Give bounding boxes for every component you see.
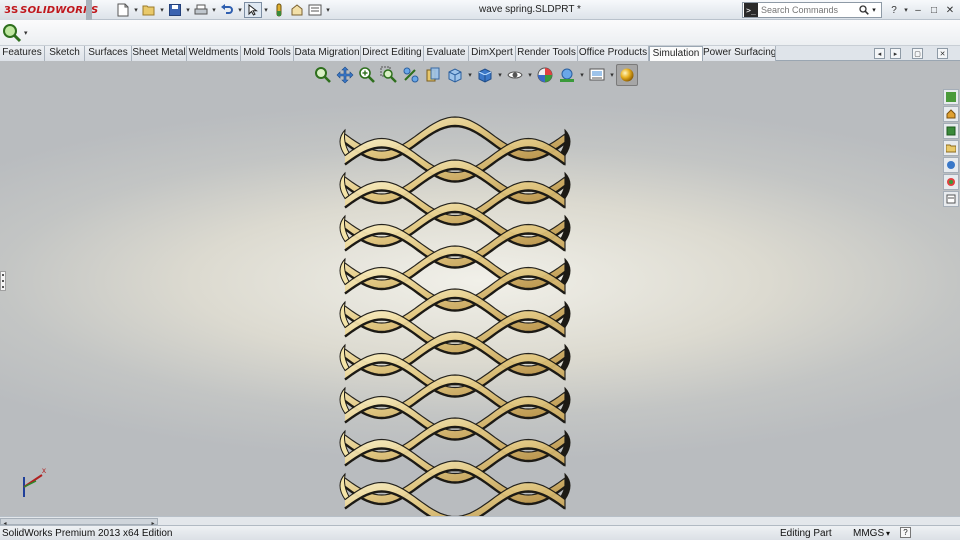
save-icon[interactable] — [166, 2, 184, 18]
options-icon[interactable] — [306, 2, 324, 18]
coordinate-triad: x — [23, 466, 46, 497]
design-library-icon[interactable] — [943, 123, 959, 139]
save-dropdown[interactable]: ▾ — [184, 2, 192, 18]
tab-office-products[interactable]: Office Products — [578, 46, 649, 61]
previous-view-icon[interactable] — [400, 64, 422, 86]
open-dropdown[interactable]: ▾ — [158, 2, 166, 18]
horizontal-scroll-strip: ◂ ▸ — [0, 516, 960, 527]
appearances-icon[interactable] — [943, 174, 959, 190]
help-icon[interactable]: ? — [886, 2, 902, 18]
horizontal-scrollbar[interactable]: ◂ ▸ — [0, 518, 158, 527]
units-selector[interactable]: MMGS — [853, 527, 884, 540]
display-style-icon[interactable] — [474, 64, 496, 86]
search-icon[interactable] — [858, 3, 870, 17]
rebuild-icon[interactable] — [270, 2, 288, 18]
heads-up-view-toolbar: ▾ ▾ ▾ ▾ ▾ — [312, 64, 638, 86]
file-properties-icon[interactable] — [288, 2, 306, 18]
logo-flyout-arrow[interactable] — [86, 0, 92, 20]
tab-simulation[interactable]: Simulation — [649, 46, 703, 62]
spring-coils — [339, 116, 571, 516]
tab-close-icon[interactable]: ✕ — [937, 48, 948, 59]
logo-prefix: 3S — [4, 4, 19, 16]
tab-render-tools[interactable]: Render Tools — [516, 46, 578, 61]
window-controls: ? ▾ – □ ✕ — [886, 2, 958, 18]
command-manager-tabs: Features Sketch Surfaces Sheet Metal Wel… — [0, 46, 960, 62]
tab-sheet-metal[interactable]: Sheet Metal — [132, 46, 187, 61]
new-document-dropdown[interactable]: ▾ — [132, 2, 140, 18]
select-icon[interactable] — [244, 2, 262, 18]
view-settings-dropdown[interactable]: ▾ — [608, 71, 616, 79]
status-bar: SolidWorks Premium 2013 x64 Edition Edit… — [0, 525, 960, 540]
graphics-area[interactable]: ▾ ▾ ▾ ▾ ▾ x — [0, 61, 960, 516]
task-pane-tabs — [943, 89, 959, 208]
tab-scroll-right-icon[interactable]: ▸ — [890, 48, 901, 59]
display-style-dropdown[interactable]: ▾ — [496, 71, 504, 79]
tab-features[interactable]: Features — [0, 46, 45, 61]
tab-restore-icon[interactable]: ▢ — [912, 48, 923, 59]
open-icon[interactable] — [140, 2, 158, 18]
zoom-to-area-icon[interactable] — [378, 64, 400, 86]
section-view-icon[interactable] — [422, 64, 444, 86]
apply-scene-dropdown[interactable]: ▾ — [578, 71, 586, 79]
home-icon[interactable] — [943, 106, 959, 122]
document-title: wave spring.SLDPRT * — [479, 4, 581, 15]
print-icon[interactable] — [192, 2, 210, 18]
tab-surfaces[interactable]: Surfaces — [85, 46, 132, 61]
undo-icon[interactable] — [218, 2, 236, 18]
tab-data-migration[interactable]: Data Migration — [294, 46, 361, 61]
minimize-button[interactable]: – — [910, 2, 926, 18]
zoom-dropdown[interactable]: ▾ — [24, 29, 28, 37]
zoom-icon[interactable] — [2, 23, 22, 43]
tab-sketch[interactable]: Sketch — [45, 46, 85, 61]
feature-manager-handle[interactable] — [0, 271, 6, 291]
view-orientation-dropdown[interactable]: ▾ — [466, 71, 474, 79]
search-input[interactable] — [758, 3, 858, 17]
view-palette-icon[interactable] — [943, 157, 959, 173]
wave-spring-model[interactable] — [330, 106, 590, 516]
hide-show-items-dropdown[interactable]: ▾ — [526, 71, 534, 79]
custom-properties-icon[interactable] — [943, 191, 959, 207]
file-explorer-icon[interactable] — [943, 140, 959, 156]
tab-power-surfacing[interactable]: Power Surfacing — [703, 46, 776, 61]
new-document-icon[interactable] — [114, 2, 132, 18]
editing-mode-label: Editing Part — [780, 528, 832, 539]
zoom-in-out-icon[interactable] — [356, 64, 378, 86]
select-dropdown[interactable]: ▾ — [262, 2, 270, 18]
restore-button[interactable]: □ — [926, 2, 942, 18]
svg-text:x: x — [42, 466, 46, 475]
tab-weldments[interactable]: Weldments — [187, 46, 241, 61]
search-dropdown[interactable]: ▾ — [870, 6, 878, 14]
tab-scroll-left-icon[interactable]: ◂ — [874, 48, 885, 59]
solidworks-logo[interactable]: 3S SOLIDWORKS — [0, 0, 98, 20]
close-button[interactable]: ✕ — [942, 2, 958, 18]
help-dropdown[interactable]: ▾ — [902, 2, 910, 18]
search-commands: >_ ▾ — [742, 2, 882, 18]
zoom-to-fit-icon[interactable] — [312, 64, 334, 86]
view-orientation-icon[interactable] — [444, 64, 466, 86]
edition-label: SolidWorks Premium 2013 x64 Edition — [2, 528, 173, 539]
units-dropdown-icon[interactable]: ▾ — [886, 527, 890, 540]
apply-scene-icon[interactable] — [556, 64, 578, 86]
edit-appearance-icon[interactable] — [534, 64, 556, 86]
quick-access-toolbar: ▾ ▾ ▾ ▾ ▾ ▾ ▾ — [114, 2, 332, 18]
undo-dropdown[interactable]: ▾ — [236, 2, 244, 18]
tab-evaluate[interactable]: Evaluate — [424, 46, 469, 61]
tab-mold-tools[interactable]: Mold Tools — [241, 46, 294, 61]
hide-show-items-icon[interactable] — [504, 64, 526, 86]
title-bar: 3S SOLIDWORKS ▾ ▾ ▾ ▾ ▾ ▾ ▾ wave spring.… — [0, 0, 960, 20]
pan-icon[interactable] — [334, 64, 356, 86]
options-dropdown[interactable]: ▾ — [324, 2, 332, 18]
realview-graphics-icon[interactable] — [616, 64, 638, 86]
view-settings-icon[interactable] — [586, 64, 608, 86]
tab-direct-editing[interactable]: Direct Editing — [361, 46, 424, 61]
print-dropdown[interactable]: ▾ — [210, 2, 218, 18]
solidworks-resources-icon[interactable] — [943, 89, 959, 105]
command-toolbar: ▾ — [0, 20, 960, 46]
tab-dimxpert[interactable]: DimXpert — [469, 46, 516, 61]
command-prompt-icon[interactable]: >_ — [744, 3, 758, 17]
quick-tips-help-icon[interactable]: ? — [900, 527, 911, 538]
